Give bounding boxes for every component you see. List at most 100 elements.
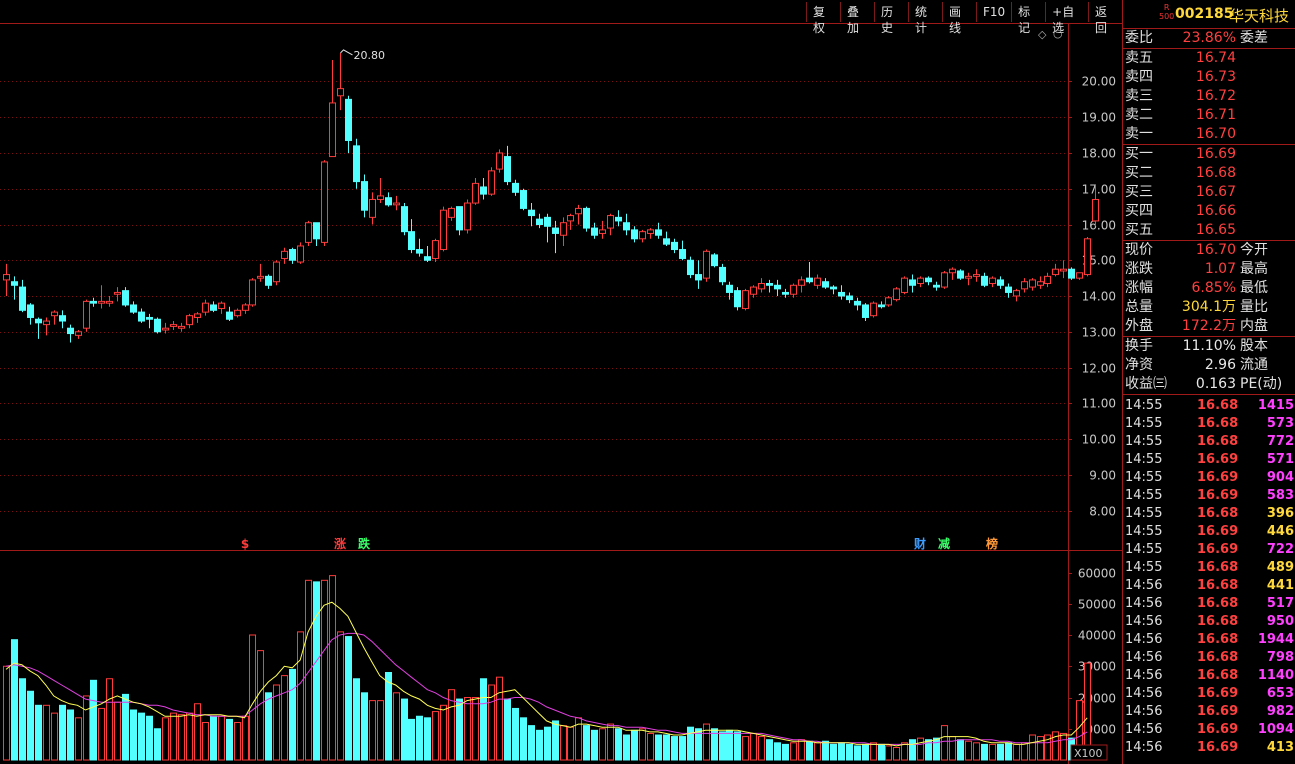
candle-up: [488, 170, 495, 195]
candle-down: [774, 284, 781, 290]
toolbar-button[interactable]: F10: [976, 2, 1011, 22]
tick-time: 14:56: [1125, 686, 1163, 701]
volume-bar-down: [774, 742, 781, 761]
volume-unit-label: X100: [1074, 747, 1103, 760]
ask-2-value: 16.71: [1195, 107, 1236, 123]
bid-2-row: 买二 16.68: [1123, 164, 1295, 183]
candle-up: [257, 275, 264, 279]
candle-up: [1021, 281, 1028, 290]
volume-bar-down: [528, 725, 535, 761]
volume-bar-down: [19, 678, 26, 761]
tick-volume: 446: [1266, 524, 1294, 539]
tick-row[interactable]: 14:56 16.68 1944: [1123, 631, 1295, 649]
tick-row[interactable]: 14:55 16.69 571: [1123, 451, 1295, 469]
candle-down: [353, 145, 360, 183]
tick-row[interactable]: 14:55 16.68 1415: [1123, 397, 1295, 415]
toolbar-button[interactable]: 统计: [908, 2, 942, 35]
volume-bar-up: [989, 743, 996, 761]
tick-row[interactable]: 14:55 16.68 396: [1123, 505, 1295, 523]
diamond-icon[interactable]: ◇: [1038, 28, 1046, 41]
candle-up: [297, 245, 304, 263]
tick-price: 16.69: [1197, 470, 1239, 485]
tick-row[interactable]: 14:56 16.69 1094: [1123, 721, 1295, 739]
tick-row[interactable]: 14:55 16.69 446: [1123, 523, 1295, 541]
volume-bar-up: [202, 722, 209, 761]
candle-up: [393, 202, 400, 206]
volume-bar-up: [1029, 734, 1036, 761]
volume-tick-label: 30000: [1078, 660, 1116, 674]
toolbar-button[interactable]: 返回: [1087, 2, 1122, 35]
kline-chart-area[interactable]: 20.00 19.00 18.00 17.00 16.00 15.00 14.00 13.00…: [0, 0, 1122, 764]
toolbar-button[interactable]: 复权: [806, 2, 840, 35]
tick-row[interactable]: 14:56 16.68 950: [1123, 613, 1295, 631]
candle-down: [520, 190, 527, 209]
stock-name[interactable]: 华天科技: [1229, 5, 1289, 26]
candle-up: [51, 311, 58, 317]
ask-3-label: 卖三: [1125, 88, 1153, 104]
tick-row[interactable]: 14:55 16.69 722: [1123, 541, 1295, 559]
volume-bar-up: [170, 712, 177, 761]
volume-bar-up: [742, 736, 749, 761]
tick-row[interactable]: 14:56 16.69 413: [1123, 739, 1295, 757]
toolbar-button[interactable]: 历史: [874, 2, 908, 35]
tick-price: 16.68: [1197, 614, 1239, 629]
tick-row[interactable]: 14:56 16.69 982: [1123, 703, 1295, 721]
tick-price: 16.69: [1197, 704, 1239, 719]
candle-down: [146, 316, 153, 320]
tick-row[interactable]: 14:55 16.69 904: [1123, 469, 1295, 487]
tick-list[interactable]: 14:55 16.68 1415 14:55 16.68 573 14:55 16.68 772…: [1123, 394, 1295, 757]
candle-down: [345, 98, 352, 141]
candle-down: [957, 270, 964, 279]
quote-4-row: 外盘 172.2万 内盘: [1123, 317, 1295, 336]
tick-row[interactable]: 14:56 16.68 441: [1123, 577, 1295, 595]
volume-bar-down: [27, 690, 34, 761]
toolbar-button[interactable]: 叠加: [840, 2, 874, 35]
tick-row[interactable]: 14:55 16.68 772: [1123, 433, 1295, 451]
volume-bar-down: [552, 720, 559, 761]
candle-down: [226, 311, 233, 320]
candle-down: [408, 231, 415, 251]
volume-bar-down: [981, 743, 988, 761]
candle-up: [3, 274, 10, 281]
candle-up: [1076, 272, 1083, 279]
candle-down: [456, 206, 463, 231]
candle-up: [1052, 268, 1059, 276]
candle-up: [742, 290, 749, 310]
toolbar-button[interactable]: 画线: [942, 2, 976, 35]
candle-down: [11, 281, 18, 286]
chart-canvas[interactable]: 20.0019.0018.0017.0016.0015.0014.0013.00…: [0, 0, 1122, 764]
tick-volume: 1094: [1257, 722, 1294, 737]
stock-code[interactable]: 002185: [1175, 6, 1233, 22]
candle-down: [552, 227, 559, 234]
tick-row[interactable]: 14:55 16.68 489: [1123, 559, 1295, 577]
volume-bar-down: [154, 728, 161, 761]
candle-down: [591, 227, 598, 236]
volume-tick-label: 60000: [1078, 567, 1116, 581]
candle-up: [234, 309, 241, 317]
tick-volume: 722: [1266, 542, 1294, 557]
circle-icon[interactable]: ○: [1053, 27, 1063, 40]
tick-price: 16.68: [1197, 668, 1239, 683]
tick-row[interactable]: 14:56 16.68 1140: [1123, 667, 1295, 685]
candle-down: [615, 216, 622, 222]
tick-row[interactable]: 14:56 16.68 517: [1123, 595, 1295, 613]
candle-down: [862, 304, 869, 318]
finance-0-row: 换手 11.10% 股本: [1123, 337, 1295, 356]
tick-time: 14:55: [1125, 560, 1163, 575]
ask-2-label: 卖二: [1125, 107, 1153, 123]
tick-row[interactable]: 14:55 16.69 583: [1123, 487, 1295, 505]
volume-bar-down: [838, 742, 845, 761]
event-signal-marker: 涨: [334, 536, 346, 551]
candle-up: [1037, 281, 1044, 286]
tick-row[interactable]: 14:55 16.68 573: [1123, 415, 1295, 433]
tick-row[interactable]: 14:56 16.69 653: [1123, 685, 1295, 703]
toolbar-button[interactable]: 标记: [1011, 2, 1045, 35]
volume-bar-down: [615, 728, 622, 761]
bid-5-value: 16.65: [1195, 222, 1236, 238]
tick-volume: 772: [1266, 434, 1294, 449]
volume-bar-up: [893, 747, 900, 761]
toolbar-button[interactable]: +自选: [1045, 2, 1088, 35]
candle-down: [909, 279, 916, 286]
tick-row[interactable]: 14:56 16.68 798: [1123, 649, 1295, 667]
price-tick-label: 12.00: [1082, 362, 1116, 376]
